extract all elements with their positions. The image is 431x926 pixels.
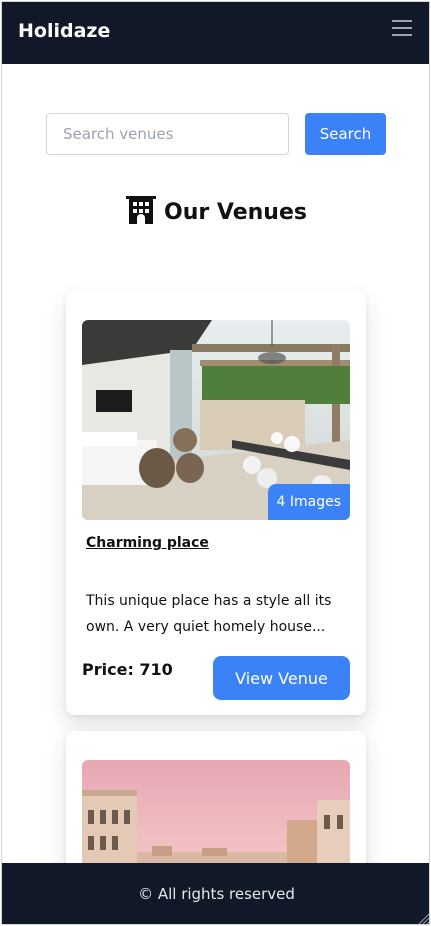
search-input[interactable] [46, 113, 289, 155]
view-venue-button[interactable]: View Venue [213, 656, 350, 700]
image-count-badge: 4 Images [267, 484, 350, 520]
search-button[interactable]: Search [305, 113, 386, 155]
app-frame: Holidaze Search Our Venues [1, 1, 430, 925]
building-icon [126, 196, 157, 230]
brand-logo[interactable]: Holidaze [18, 20, 110, 42]
venue-card: 4 Images Charming place This unique plac… [66, 291, 366, 715]
footer: © All rights reserved [2, 863, 429, 924]
page-title-text: Our Venues [164, 200, 307, 225]
resize-grip-icon[interactable] [417, 912, 429, 924]
top-navbar: Holidaze [2, 2, 429, 64]
page-title: Our Venues [2, 196, 429, 230]
venue-title-link[interactable]: Charming place [86, 535, 209, 551]
venue-price: Price: 710 [82, 660, 173, 679]
venue-image[interactable]: 4 Images [82, 320, 350, 520]
hamburger-icon[interactable] [392, 20, 412, 38]
venue-description: This unique place has a style all its ow… [86, 593, 332, 635]
copyright-text: © All rights reserved [138, 885, 295, 903]
